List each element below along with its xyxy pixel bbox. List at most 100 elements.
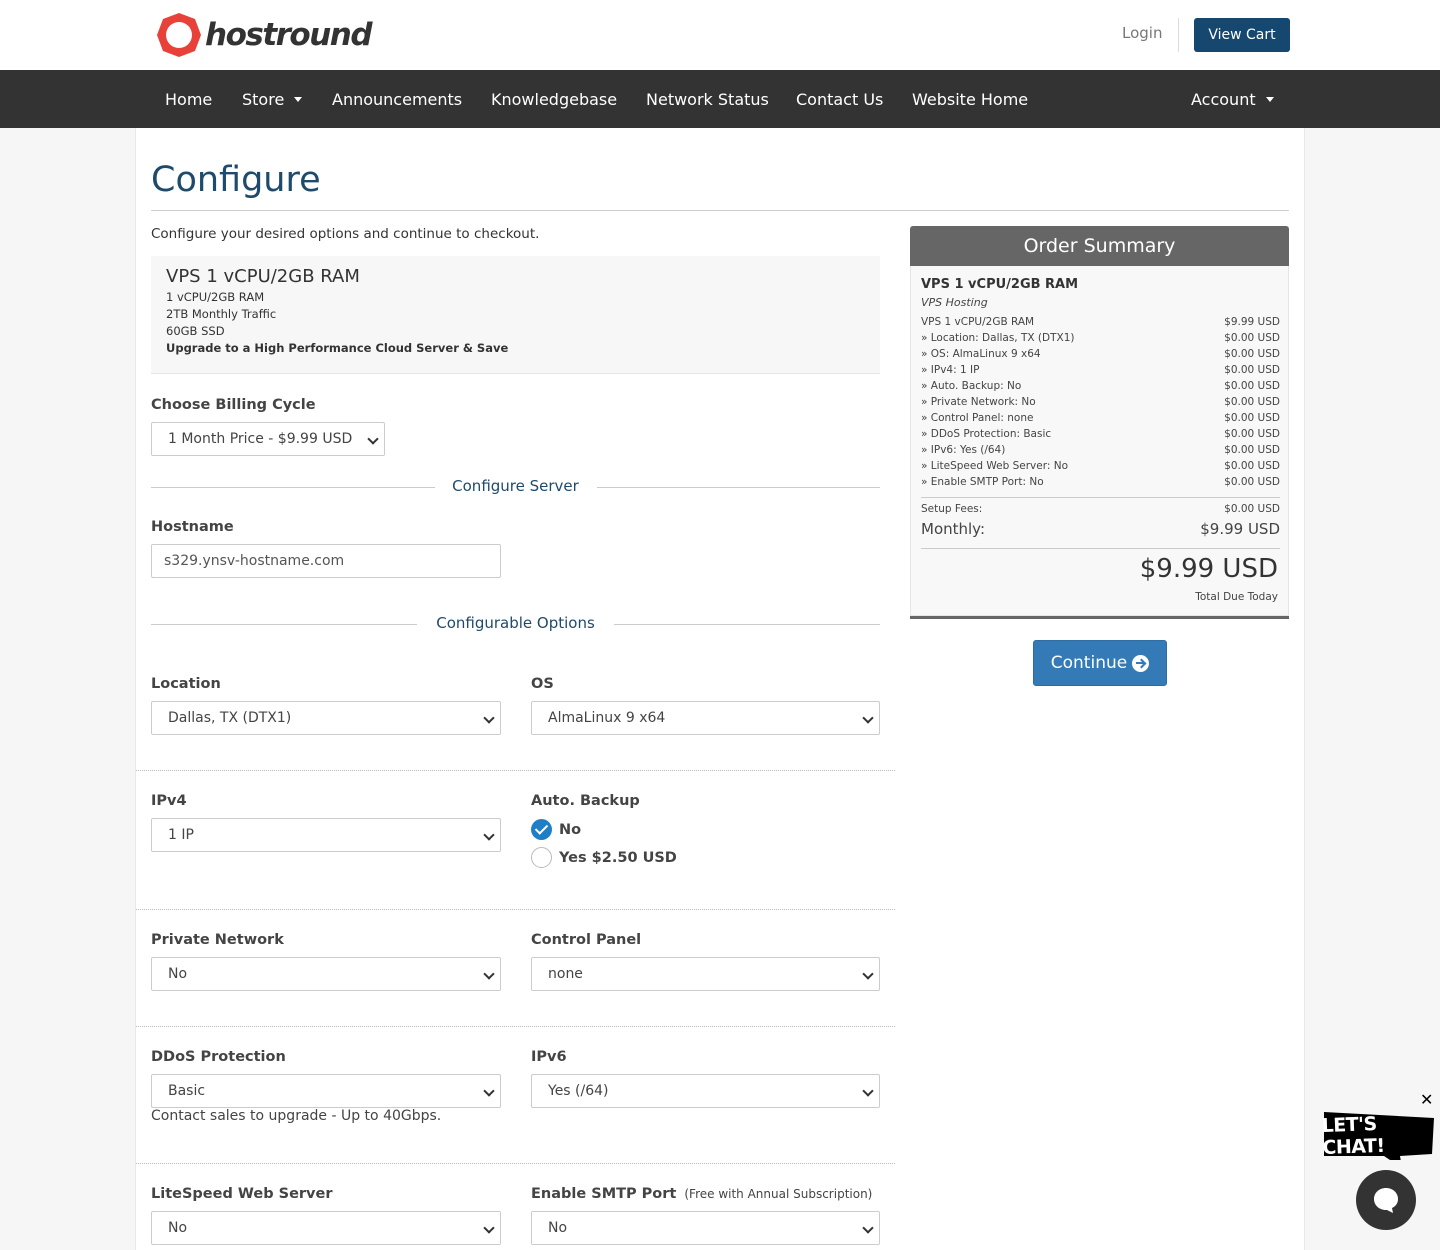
setup-fees-label: Setup Fees: <box>921 503 983 515</box>
hostname-label: Hostname <box>151 519 234 535</box>
nav-knowledgebase[interactable]: Knowledgebase <box>491 70 617 128</box>
nav-home[interactable]: Home <box>165 70 212 128</box>
summary-line-label: » IPv4: 1 IP <box>921 364 980 376</box>
nav-store[interactable]: Store <box>242 70 303 128</box>
summary-line-item: » IPv4: 1 IP $0.00 USD <box>921 364 1280 376</box>
monthly-label: Monthly: <box>921 520 986 538</box>
hostround-logo-icon <box>157 13 201 57</box>
row-divider <box>136 1163 895 1164</box>
summary-line-item: » Enable SMTP Port: No $0.00 USD <box>921 476 1280 488</box>
os-label: OS <box>531 676 554 692</box>
nav-knowledgebase-label: Knowledgebase <box>491 89 618 109</box>
chevron-down-icon <box>483 829 495 841</box>
hostname-value: s329.ynsv-hostname.com <box>164 553 345 569</box>
summary-line-item: » Auto. Backup: No $0.00 USD <box>921 380 1280 392</box>
control-panel-value: none <box>548 966 583 982</box>
product-spec-line: 1 vCPU/2GB RAM <box>166 290 265 304</box>
summary-line-item: » Location: Dallas, TX (DTX1) $0.00 USD <box>921 332 1280 344</box>
summary-line-price: $0.00 USD <box>1224 396 1280 408</box>
control-panel-select[interactable]: none <box>531 957 880 991</box>
ddos-value: Basic <box>168 1083 206 1099</box>
smtp-select[interactable]: No <box>531 1211 880 1245</box>
summary-line-label: » Control Panel: none <box>921 412 1034 424</box>
continue-button[interactable]: Continue <box>1033 640 1167 686</box>
summary-divider <box>921 548 1280 549</box>
smtp-label-text: Enable SMTP Port <box>531 1186 677 1202</box>
auto-backup-no-option[interactable]: No <box>531 819 581 840</box>
litespeed-select[interactable]: No <box>151 1211 501 1245</box>
summary-line-item: » OS: AlmaLinux 9 x64 $0.00 USD <box>921 348 1280 360</box>
nav-network-status[interactable]: Network Status <box>646 70 769 128</box>
product-spec-line: 60GB SSD <box>166 324 225 338</box>
view-cart-button[interactable]: View Cart <box>1194 18 1290 52</box>
chevron-down-icon <box>483 1085 495 1097</box>
nav-contact-us[interactable]: Contact Us <box>796 70 883 128</box>
os-select[interactable]: AlmaLinux 9 x64 <box>531 701 880 735</box>
billing-cycle-select[interactable]: 1 Month Price - $9.99 USD <box>151 422 385 456</box>
arrow-circle-right-icon <box>1132 654 1150 672</box>
nav-website-home-label: Website Home <box>912 89 1029 109</box>
order-summary: Order Summary VPS 1 vCPU/2GB RAM VPS Hos… <box>910 226 1289 619</box>
os-value: AlmaLinux 9 x64 <box>548 710 666 726</box>
continue-label: Continue <box>1050 653 1128 673</box>
hostname-input[interactable]: s329.ynsv-hostname.com <box>151 544 501 578</box>
chevron-down-icon <box>862 968 874 980</box>
site-header: hostround Login View Cart <box>0 0 1440 70</box>
summary-line-item: » DDoS Protection: Basic $0.00 USD <box>921 428 1280 440</box>
chevron-down-icon <box>483 1222 495 1234</box>
nav-store-label: Store <box>242 89 285 109</box>
order-summary-heading: Order Summary <box>910 226 1289 266</box>
ipv6-value: Yes (/64) <box>548 1083 609 1099</box>
location-select[interactable]: Dallas, TX (DTX1) <box>151 701 501 735</box>
nav-home-label: Home <box>165 89 213 109</box>
nav-contact-us-label: Contact Us <box>796 89 884 109</box>
chat-launcher-button[interactable] <box>1356 1170 1416 1230</box>
radio-checked-icon[interactable] <box>531 819 552 840</box>
total-due-label: Total Due Today <box>1195 591 1278 603</box>
billing-cycle-value: 1 Month Price - $9.99 USD <box>168 431 353 447</box>
product-upgrade-note: Upgrade to a High Performance Cloud Serv… <box>166 341 509 355</box>
title-divider <box>151 210 1289 211</box>
chevron-down-icon <box>862 1222 874 1234</box>
summary-line-price: $0.00 USD <box>1224 380 1280 392</box>
total-due-amount: $9.99 USD <box>1139 554 1278 584</box>
summary-line-item: » Private Network: No $0.00 USD <box>921 396 1280 408</box>
configure-server-title: Configure Server <box>452 477 579 495</box>
ddos-select[interactable]: Basic <box>151 1074 501 1108</box>
auto-backup-label: Auto. Backup <box>531 793 640 809</box>
summary-line-price: $0.00 USD <box>1224 332 1280 344</box>
caret-down-icon <box>1265 96 1274 102</box>
summary-line-price: $9.99 USD <box>1224 316 1280 328</box>
chat-bubble-text: LET'S CHAT! <box>1321 1113 1385 1159</box>
nav-website-home[interactable]: Website Home <box>912 70 1028 128</box>
order-summary-body: VPS 1 vCPU/2GB RAM VPS Hosting VPS 1 vCP… <box>910 266 1289 616</box>
summary-line-price: $0.00 USD <box>1224 364 1280 376</box>
chat-close-icon[interactable]: ✕ <box>1420 1090 1433 1109</box>
setup-fees-value: $0.00 USD <box>1224 503 1280 515</box>
litespeed-label: LiteSpeed Web Server <box>151 1186 333 1202</box>
ipv6-select[interactable]: Yes (/64) <box>531 1074 880 1108</box>
caret-down-icon <box>294 96 303 102</box>
summary-divider <box>921 497 1280 498</box>
summary-line-label: » DDoS Protection: Basic <box>921 428 1052 440</box>
ddos-help-text: Contact sales to upgrade - Up to 40Gbps. <box>151 1108 442 1124</box>
intro-text: Configure your desired options and conti… <box>151 226 540 242</box>
private-network-select[interactable]: No <box>151 957 501 991</box>
summary-line-label: » Auto. Backup: No <box>921 380 1022 392</box>
summary-product-name: VPS 1 vCPU/2GB RAM <box>921 277 1079 292</box>
private-network-label: Private Network <box>151 932 284 948</box>
summary-monthly: Monthly: $9.99 USD <box>921 520 1280 538</box>
nav-account[interactable]: Account <box>1191 70 1274 128</box>
nav-announcements[interactable]: Announcements <box>332 70 462 128</box>
smtp-value: No <box>548 1220 568 1236</box>
ipv4-select[interactable]: 1 IP <box>151 818 501 852</box>
logo[interactable]: hostround <box>155 11 373 59</box>
summary-line-price: $0.00 USD <box>1224 428 1280 440</box>
radio-unchecked-icon[interactable] <box>531 847 552 868</box>
nav-network-status-label: Network Status <box>646 89 769 109</box>
login-link[interactable]: Login <box>1122 24 1162 42</box>
summary-line-label: » Enable SMTP Port: No <box>921 476 1044 488</box>
auto-backup-yes-option[interactable]: Yes $2.50 USD <box>531 847 677 868</box>
ddos-label: DDoS Protection <box>151 1049 286 1065</box>
product-name: VPS 1 vCPU/2GB RAM <box>166 266 360 287</box>
